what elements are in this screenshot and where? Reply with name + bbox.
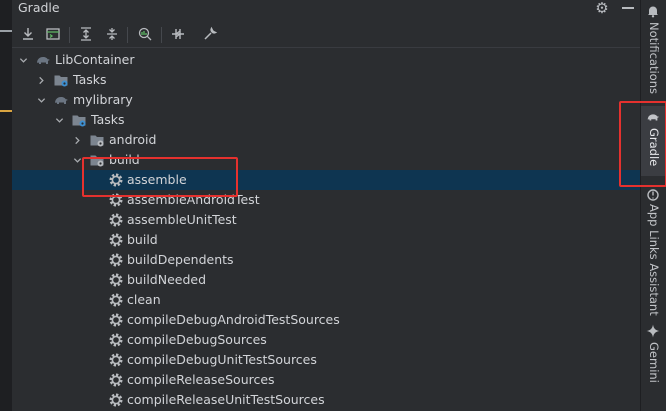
tree-node-label: Tasks (91, 112, 125, 127)
tree-node-task[interactable]: build (12, 230, 640, 250)
tree-node-task[interactable]: compileDebugSources (12, 330, 640, 350)
tree-node-label: compileDebugUnitTestSources (127, 352, 317, 367)
stripe-app-links-assistant[interactable]: App Links Assistant (641, 184, 666, 316)
stripe-label: Gradle (647, 128, 661, 167)
gear-icon (108, 252, 124, 268)
tree-node-label: compileDebugAndroidTestSources (127, 312, 340, 327)
tree-node-task[interactable]: clean (12, 290, 640, 310)
gear-icon (108, 392, 124, 408)
analyze-dependencies-icon[interactable] (135, 24, 155, 44)
gear-icon (108, 292, 124, 308)
gradle-tool-window: Gradle ⚙ LibContainer Tasks mylibrary Ta… (12, 0, 640, 411)
build-settings-wrench-icon[interactable] (200, 24, 220, 44)
stripe-label: Notifications (647, 22, 661, 94)
gutter-marker (0, 30, 12, 32)
tree-node-task[interactable]: assembleUnitTest (12, 210, 640, 230)
gear-icon (108, 272, 124, 288)
options-gear-icon[interactable]: ⚙ (594, 0, 610, 16)
stripe-gradle[interactable]: Gradle (641, 106, 666, 176)
tree-node-task[interactable]: buildNeeded (12, 270, 640, 290)
tree-node-project[interactable]: LibContainer (12, 50, 640, 70)
gradle-toolbar (12, 22, 640, 48)
stripe-gemini[interactable]: Gemini (641, 320, 666, 390)
gradle-elephant-icon (35, 52, 51, 68)
tree-node-task-group[interactable]: android (12, 130, 640, 150)
tool-window-title: Gradle (18, 0, 60, 15)
tree-node-label: compileReleaseUnitTestSources (127, 392, 325, 407)
chevron-right-icon[interactable] (36, 70, 48, 90)
tree-node-label: assembleAndroidTest (127, 192, 260, 207)
stripe-notifications[interactable]: Notifications (641, 0, 666, 96)
gear-icon (108, 332, 124, 348)
toolbar-separator (161, 27, 162, 43)
tree-node-label: assemble (127, 172, 187, 187)
tree-node-label: assembleUnitTest (127, 212, 237, 227)
chevron-down-icon[interactable] (18, 50, 30, 70)
toolbar-separator (69, 27, 70, 43)
gear-icon (108, 172, 124, 188)
gear-icon (108, 192, 124, 208)
tree-node-task-folder[interactable]: Tasks (12, 110, 640, 130)
tree-node-label: compileReleaseSources (127, 372, 275, 387)
gradle-elephant-icon (53, 92, 69, 108)
gear-icon (108, 212, 124, 228)
tree-node-label: mylibrary (73, 92, 133, 107)
gear-icon (108, 372, 124, 388)
tool-window-header: Gradle ⚙ (12, 0, 640, 18)
task-group-folder-icon (89, 132, 105, 148)
gemini-sparkle-icon (646, 324, 660, 338)
tree-node-project[interactable]: mylibrary (12, 90, 640, 110)
gradle-task-tree: LibContainer Tasks mylibrary Tasks andro… (12, 50, 640, 411)
tree-node-label: LibContainer (55, 52, 135, 67)
right-tool-window-stripe: Notifications Gradle App Links Assistant… (619, 0, 666, 411)
tree-node-label: build (109, 152, 140, 167)
chevron-down-icon[interactable] (36, 90, 48, 110)
gutter-marker-highlight (0, 110, 12, 112)
download-icon[interactable] (18, 24, 38, 44)
stripe-label: App Links Assistant (647, 204, 661, 316)
hide-minimize-icon[interactable] (622, 7, 634, 9)
task-folder-icon (53, 72, 69, 88)
task-group-folder-icon (89, 152, 105, 168)
gear-icon (108, 312, 124, 328)
stripe-label: Gemini (647, 342, 661, 383)
gear-icon (108, 352, 124, 368)
chevron-down-icon[interactable] (72, 150, 84, 170)
tree-node-label: build (127, 232, 158, 247)
editor-gutter (0, 0, 12, 411)
toolbar-separator (127, 27, 128, 43)
tree-node-task[interactable]: assembleAndroidTest (12, 190, 640, 210)
tree-node-task[interactable]: compileReleaseSources (12, 370, 640, 390)
tree-node-task-group[interactable]: build (12, 150, 640, 170)
link-icon (646, 188, 660, 202)
gear-icon (108, 232, 124, 248)
expand-all-icon[interactable] (76, 24, 96, 44)
chevron-down-icon[interactable] (54, 110, 66, 130)
tree-node-task-selected[interactable]: assemble (12, 170, 640, 190)
tree-node-label: buildNeeded (127, 272, 207, 287)
tree-node-label: compileDebugSources (127, 332, 267, 347)
collapse-all-icon[interactable] (102, 24, 122, 44)
tree-node-task[interactable]: compileDebugAndroidTestSources (12, 310, 640, 330)
tree-node-label: clean (127, 292, 161, 307)
tree-node-label: android (109, 132, 157, 147)
task-folder-icon (71, 112, 87, 128)
chevron-right-icon[interactable] (72, 130, 84, 150)
gradle-elephant-icon (646, 110, 660, 124)
tree-node-label: buildDependents (127, 252, 234, 267)
tree-node-task[interactable]: compileDebugUnitTestSources (12, 350, 640, 370)
tree-node-task[interactable]: buildDependents (12, 250, 640, 270)
tree-node-task-folder[interactable]: Tasks (12, 70, 640, 90)
run-task-icon[interactable] (43, 24, 63, 44)
bell-icon (646, 4, 660, 18)
tree-node-label: Tasks (73, 72, 107, 87)
toggle-offline-mode-icon[interactable] (168, 24, 188, 44)
tree-node-task[interactable]: compileReleaseUnitTestSources (12, 390, 640, 410)
